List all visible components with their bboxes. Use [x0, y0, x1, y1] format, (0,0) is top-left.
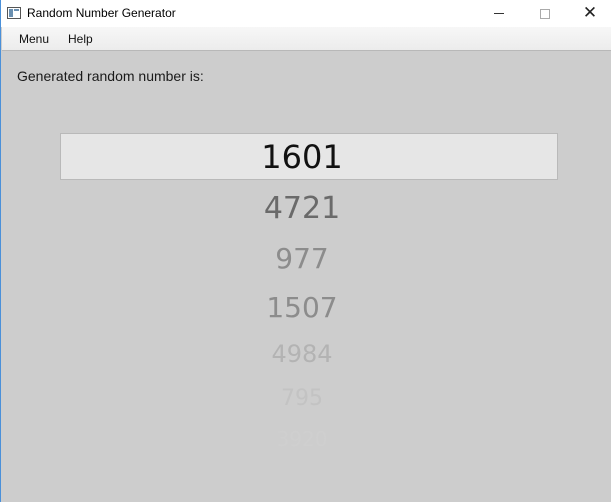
- number-list-item[interactable]: 3920: [1, 427, 603, 451]
- minimize-icon: [494, 13, 504, 14]
- app-window: Random Number Generator ✕ Menu Help Gene…: [0, 0, 611, 502]
- menu-item-help[interactable]: Help: [68, 32, 93, 46]
- number-list-item[interactable]: 4721: [1, 191, 603, 226]
- menu-item-menu[interactable]: Menu: [19, 32, 49, 46]
- number-list-item[interactable]: 1507: [1, 291, 603, 324]
- number-list-item[interactable]: 977: [1, 242, 603, 275]
- selected-number[interactable]: 1601: [1, 138, 603, 176]
- minimize-button[interactable]: [476, 0, 522, 27]
- title-bar[interactable]: Random Number Generator ✕: [1, 0, 611, 27]
- close-button[interactable]: ✕: [567, 0, 611, 27]
- number-list-item[interactable]: 795: [1, 386, 603, 411]
- close-icon: ✕: [582, 3, 598, 23]
- app-window-icon: [7, 7, 21, 19]
- maximize-icon: [540, 8, 550, 19]
- window-title: Random Number Generator: [27, 6, 176, 20]
- menu-bar: Menu Help: [2, 27, 611, 51]
- maximize-button[interactable]: [522, 0, 568, 27]
- number-list-item[interactable]: 4984: [1, 340, 603, 368]
- prompt-label: Generated random number is:: [17, 68, 204, 84]
